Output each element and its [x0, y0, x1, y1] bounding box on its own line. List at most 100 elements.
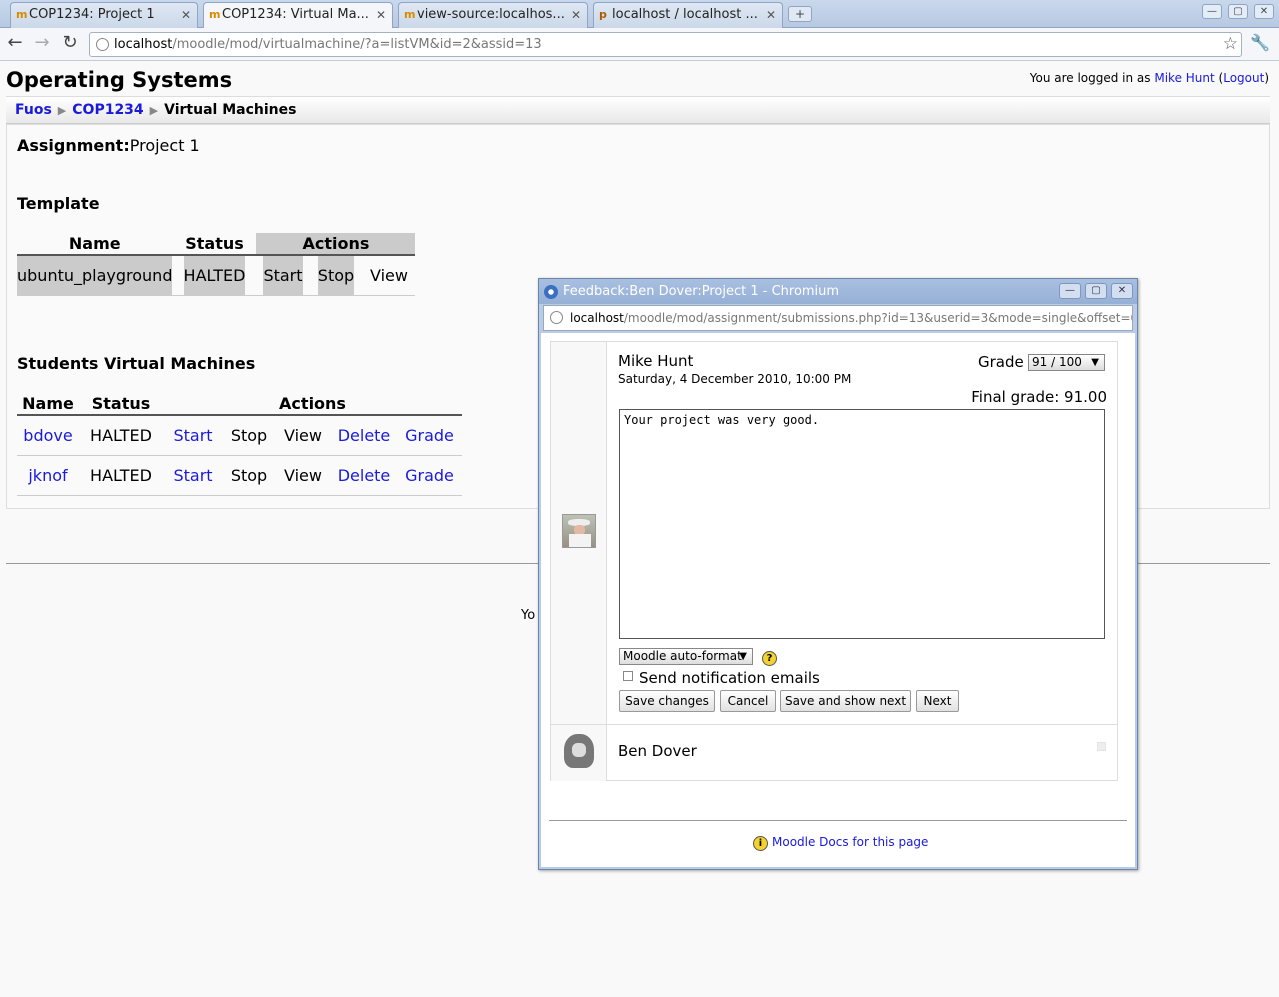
start-cell: Start [163, 455, 223, 496]
col-actions: Actions [256, 233, 416, 256]
col-name: Name [17, 393, 79, 416]
notification-checkbox[interactable] [623, 671, 633, 681]
teacher-name: Mike Hunt [618, 352, 694, 370]
back-icon[interactable]: ← [4, 32, 26, 54]
reload-icon[interactable]: ↻ [59, 32, 81, 54]
stop-text: Stop [223, 455, 275, 496]
vm-status: HALTED [183, 256, 246, 295]
tab-label: COP1234: Project 1 [29, 7, 155, 22]
start-button[interactable]: Start [263, 256, 303, 295]
vm-status-cell: HALTED [172, 255, 257, 296]
next-button[interactable]: Next [916, 690, 959, 712]
grade-select[interactable]: 91 / 100 ▼ [1028, 354, 1105, 371]
minimize-button[interactable]: — [1202, 4, 1222, 19]
info-icon: i [753, 836, 768, 851]
popup-address-bar[interactable]: localhost/moodle/mod/assignment/submissi… [543, 305, 1133, 331]
tab-virtual-machines[interactable]: m COP1234: Virtual Ma... ✕ [203, 2, 393, 29]
final-grade: Final grade: 91.00 [971, 388, 1107, 406]
col-status: Status [172, 233, 257, 256]
table-row: ubuntu_playground HALTED Start Stop View [17, 255, 416, 296]
popup-close-button[interactable]: ✕ [1111, 283, 1133, 299]
tab-bar: m COP1234: Project 1 ✕ m COP1234: Virtua… [0, 0, 1279, 29]
popup-minimize-button[interactable]: — [1059, 283, 1081, 299]
format-select[interactable]: Moodle auto-format ▼ [619, 648, 753, 665]
user-link[interactable]: Mike Hunt [1154, 71, 1214, 85]
tab-phpmyadmin[interactable]: p localhost / localhost ... ✕ [593, 2, 783, 28]
close-icon[interactable]: ✕ [376, 3, 386, 27]
save-and-show-next-button[interactable]: Save and show next [780, 690, 911, 712]
start-link[interactable]: Start [173, 466, 212, 485]
page-title: Operating Systems [6, 68, 233, 92]
view-button[interactable]: View [370, 266, 408, 285]
breadcrumb-fuos[interactable]: Fuos [15, 102, 52, 118]
vm-name: ubuntu_playground [17, 256, 173, 295]
popup-titlebar[interactable]: Feedback:Ben Dover:Project 1 - Chromium … [539, 279, 1137, 304]
bookmark-star-icon[interactable]: ☆ [1223, 33, 1238, 56]
view-text: View [275, 455, 331, 496]
delete-cell: Delete [331, 455, 397, 496]
view-text: View [275, 415, 331, 456]
close-icon[interactable]: ✕ [766, 3, 776, 27]
grade-cell: Grade [397, 455, 462, 496]
students-heading: Students Virtual Machines [17, 354, 256, 373]
notification-checkbox-row[interactable]: Send notification emails [623, 669, 820, 687]
grade-label: Grade [978, 353, 1024, 371]
save-changes-button[interactable]: Save changes [619, 690, 715, 712]
vm-name-cell: ubuntu_playground [17, 255, 173, 296]
chromium-icon [544, 285, 558, 299]
format-value: Moodle auto-format [623, 649, 742, 663]
start-cell: Start [163, 415, 223, 456]
start-link[interactable]: Start [173, 426, 212, 445]
tab-view-source[interactable]: m view-source:localhos... ✕ [398, 2, 588, 28]
logout-link[interactable]: Logout [1223, 71, 1264, 85]
new-tab-button[interactable]: + [788, 6, 812, 22]
moodle-favicon-icon: m [404, 8, 416, 21]
delete-link[interactable]: Delete [338, 466, 391, 485]
col-status: Status [79, 393, 163, 416]
student-vm-name-cell: jknof [17, 455, 79, 496]
assignment-label: Assignment: [17, 136, 130, 155]
popup-url-host: localhost [570, 311, 624, 325]
tab-label: localhost / localhost ... [612, 7, 758, 22]
table-header: Name Status Actions [17, 393, 462, 416]
template-table: Name Status Actions ubuntu_playground HA… [17, 233, 416, 296]
popup-footer-divider [549, 820, 1127, 821]
cancel-button[interactable]: Cancel [720, 690, 776, 712]
forward-icon[interactable]: → [31, 32, 53, 54]
delete-link[interactable]: Delete [338, 426, 391, 445]
wrench-icon[interactable]: 🔧 [1250, 33, 1270, 52]
tab-label: COP1234: Virtual Ma... [222, 7, 369, 22]
table-row: jknof HALTED Start Stop View Delete Grad… [17, 455, 462, 496]
phpmyadmin-favicon-icon: p [599, 8, 607, 21]
table-header: Name Status Actions [17, 233, 416, 256]
student-vm-link[interactable]: bdove [23, 426, 72, 445]
moodle-docs-link[interactable]: Moodle Docs for this page [772, 835, 928, 849]
maximize-button[interactable]: ▢ [1228, 4, 1248, 19]
teacher-avatar-column [551, 342, 607, 724]
vm-view-cell: View [362, 255, 416, 296]
stop-button[interactable]: Stop [317, 256, 355, 295]
breadcrumb: Fuos ▶ COP1234 ▶ Virtual Machines [6, 96, 1270, 124]
tab-project1[interactable]: m COP1234: Project 1 ✕ [10, 2, 198, 28]
moodle-docs-link-row: i Moodle Docs for this page [753, 835, 928, 851]
vm-stop-cell: Stop [309, 255, 363, 296]
popup-maximize-button[interactable]: ▢ [1085, 283, 1107, 299]
feedback-date: Saturday, 4 December 2010, 10:00 PM [618, 372, 852, 386]
chevron-down-icon: ▼ [739, 651, 747, 662]
tab-label: view-source:localhos... [417, 7, 565, 22]
moodle-favicon-icon: m [209, 8, 221, 21]
grade-link[interactable]: Grade [405, 466, 454, 485]
help-icon[interactable]: ? [762, 651, 777, 666]
table-row: bdove HALTED Start Stop View Delete Grad… [17, 415, 462, 456]
breadcrumb-separator-icon: ▶ [149, 104, 159, 117]
address-bar[interactable]: localhost/moodle/mod/virtualmachine/?a=l… [89, 32, 1242, 57]
student-vm-link[interactable]: jknof [28, 466, 67, 485]
feedback-textarea[interactable]: Your project was very good. [619, 409, 1105, 639]
close-icon[interactable]: ✕ [181, 3, 191, 27]
close-window-button[interactable]: ✕ [1254, 4, 1274, 19]
breadcrumb-cop1234[interactable]: COP1234 [72, 102, 143, 118]
close-icon[interactable]: ✕ [571, 3, 581, 27]
grade-link[interactable]: Grade [405, 426, 454, 445]
student-vm-status: HALTED [79, 455, 163, 496]
moodle-favicon-icon: m [16, 8, 28, 21]
